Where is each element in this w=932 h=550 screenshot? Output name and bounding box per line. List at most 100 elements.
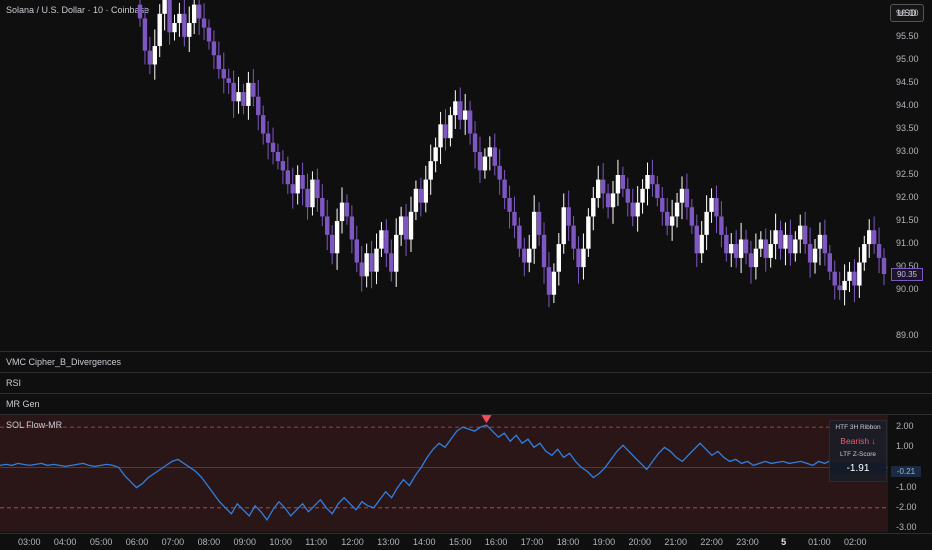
zscore-value: -1.91 bbox=[830, 463, 886, 474]
candle bbox=[645, 162, 650, 206]
candle bbox=[260, 105, 266, 145]
candle bbox=[551, 263, 557, 304]
price-tick-label: 90.00 bbox=[896, 284, 919, 295]
candle bbox=[477, 136, 483, 183]
candle bbox=[497, 149, 502, 195]
pane-title-flow[interactable]: SOL Flow-MR bbox=[6, 420, 62, 430]
candle bbox=[344, 194, 350, 225]
candle bbox=[482, 148, 488, 179]
time-tick-label: 05:00 bbox=[89, 537, 113, 547]
ribbon-label: HTF 3H Ribbon bbox=[835, 424, 881, 431]
candle bbox=[724, 226, 729, 262]
candle bbox=[832, 260, 837, 300]
candle bbox=[522, 237, 527, 277]
candle bbox=[172, 14, 177, 41]
time-tick-label: 01:00 bbox=[808, 537, 831, 547]
candle bbox=[620, 166, 626, 198]
candle bbox=[295, 165, 300, 205]
candle bbox=[596, 165, 601, 208]
candle bbox=[546, 251, 552, 308]
candle bbox=[142, 7, 148, 65]
time-tick-label: 06:00 bbox=[125, 537, 149, 547]
candle bbox=[512, 196, 517, 239]
candle bbox=[778, 220, 783, 260]
flow-tick-label: 2.00 bbox=[896, 421, 914, 432]
candle bbox=[571, 215, 576, 260]
price-chart[interactable] bbox=[0, 0, 888, 350]
candle bbox=[669, 199, 675, 241]
price-axis[interactable]: 96.00 95.50 95.00 94.50 94.00 93.50 93.00 92.50… bbox=[888, 0, 932, 350]
candle bbox=[300, 162, 305, 206]
candle bbox=[329, 225, 335, 265]
candle bbox=[467, 100, 473, 145]
candle bbox=[349, 205, 355, 254]
time-tick-label: 5 bbox=[781, 537, 787, 547]
candle bbox=[684, 173, 690, 220]
candle bbox=[822, 219, 828, 266]
candle bbox=[137, 0, 143, 27]
time-tick-label: 20:00 bbox=[628, 537, 652, 547]
candle bbox=[339, 187, 345, 234]
candle bbox=[305, 173, 310, 220]
candle bbox=[270, 127, 276, 165]
candle bbox=[403, 204, 409, 257]
candle bbox=[793, 231, 798, 262]
candle bbox=[605, 183, 611, 219]
candle bbox=[458, 87, 463, 130]
pane-divider[interactable] bbox=[0, 393, 932, 394]
price-tick-label: 92.00 bbox=[896, 192, 919, 203]
candle bbox=[881, 248, 887, 286]
pane-title-mrgen[interactable]: MR Gen bbox=[6, 399, 40, 409]
flow-chart[interactable] bbox=[0, 415, 888, 532]
candle bbox=[152, 29, 157, 80]
candle bbox=[610, 180, 616, 224]
time-tick-label: 13:00 bbox=[377, 537, 400, 547]
candle bbox=[265, 121, 271, 160]
pane-divider[interactable] bbox=[0, 351, 932, 352]
flow-tick-label: -1.00 bbox=[896, 481, 917, 492]
candle bbox=[758, 231, 764, 257]
indicator-legend: HTF 3H Ribbon Bearish ↓ LTF Z-Score -1.9… bbox=[829, 420, 887, 482]
candle bbox=[768, 230, 773, 268]
candle bbox=[162, 0, 167, 31]
last-price-label: 90.35 bbox=[891, 268, 923, 281]
candle bbox=[704, 195, 709, 251]
candle bbox=[275, 143, 281, 170]
time-axis[interactable]: 03:00 04:00 05:00 06:00 07:00 08:00 09:00 10:00… bbox=[0, 534, 888, 550]
candle bbox=[541, 222, 547, 284]
flow-last-value-label: -0.21 bbox=[891, 465, 921, 477]
candle bbox=[433, 137, 438, 173]
candle bbox=[788, 219, 793, 266]
candle bbox=[394, 218, 399, 287]
candle bbox=[729, 233, 734, 268]
time-tick-label: 03:00 bbox=[18, 537, 41, 547]
pane-divider[interactable] bbox=[0, 372, 932, 373]
candle bbox=[453, 90, 458, 129]
pane-title-cipher[interactable]: VMC Cipher_B_Divergences bbox=[6, 357, 121, 367]
candle bbox=[527, 234, 532, 273]
candle bbox=[748, 240, 754, 284]
candle bbox=[738, 222, 744, 274]
candle bbox=[773, 213, 778, 260]
candle bbox=[201, 3, 207, 41]
candle bbox=[334, 208, 340, 270]
candle bbox=[517, 217, 522, 257]
candle bbox=[216, 41, 222, 79]
pane-title-rsi[interactable]: RSI bbox=[6, 378, 21, 388]
candle bbox=[679, 176, 685, 220]
candle bbox=[783, 222, 788, 266]
candle bbox=[241, 83, 246, 115]
candle bbox=[354, 225, 359, 273]
price-tick-label: 89.00 bbox=[896, 330, 919, 341]
candle bbox=[423, 165, 428, 213]
candle bbox=[798, 214, 803, 254]
price-tick-label: 92.50 bbox=[896, 169, 919, 179]
candle bbox=[191, 0, 197, 35]
candle bbox=[689, 198, 695, 234]
candle bbox=[379, 221, 384, 257]
candle bbox=[842, 264, 847, 306]
candle bbox=[719, 201, 724, 248]
candle bbox=[802, 211, 808, 254]
candle bbox=[665, 198, 670, 236]
candle bbox=[413, 180, 419, 221]
